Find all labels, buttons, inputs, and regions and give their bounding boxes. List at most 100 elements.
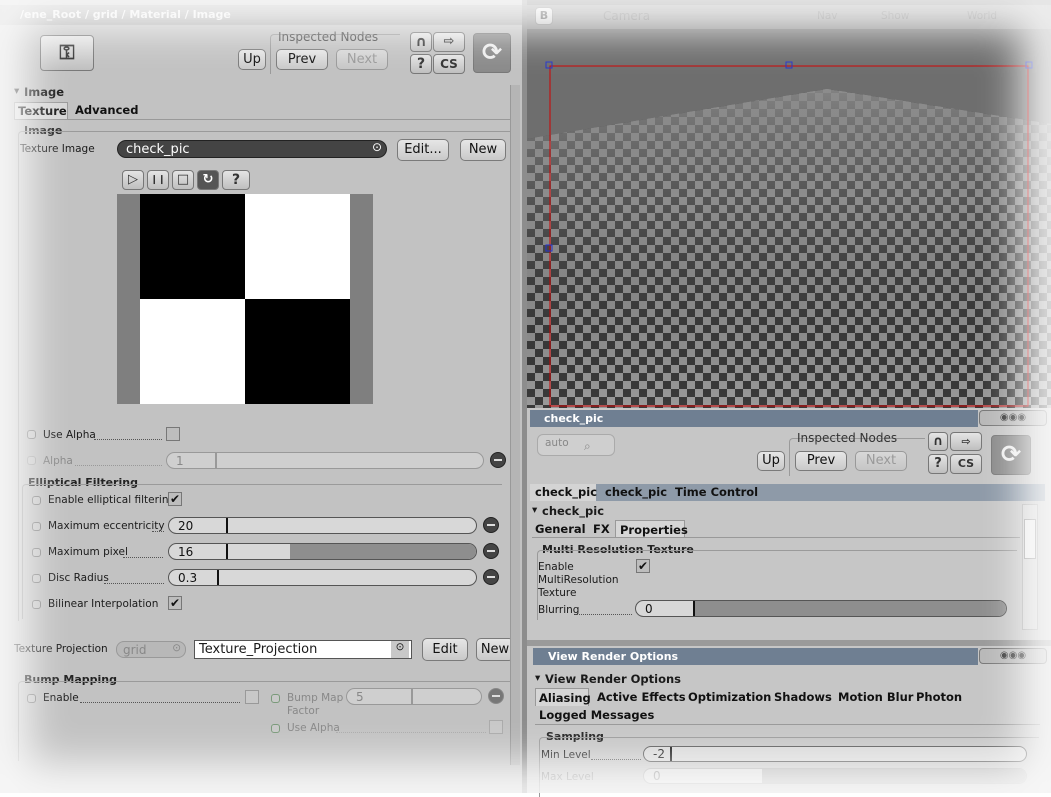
texture-projection-dropdown[interactable]: Texture_Projection ⊙ (194, 640, 412, 659)
nav-menu[interactable]: Nav (817, 10, 838, 22)
min-level-slider[interactable]: -2 (643, 746, 1027, 762)
bump-use-alpha-checkbox[interactable] (489, 720, 503, 734)
pause-icon[interactable]: ❙❙ (147, 170, 169, 190)
projection-new-button[interactable]: New (476, 638, 514, 661)
max-eccentricity-slider[interactable]: 20 (168, 517, 477, 534)
bump-enable-anim-marker[interactable] (27, 694, 36, 703)
property-scrollbar[interactable] (1022, 504, 1038, 630)
preview-help-icon[interactable]: ? (222, 170, 250, 190)
up-button[interactable]: Up (238, 49, 266, 70)
prev-button[interactable]: Prev (276, 49, 328, 70)
max-pixel-connect-icon[interactable] (483, 543, 499, 559)
inspected-nodes-label: Inspected Nodes (278, 30, 379, 44)
edit-button[interactable]: Edit... (397, 139, 449, 161)
maximum-pixel-label: Maximum pixel (48, 546, 128, 558)
property-next-button[interactable]: Next (855, 451, 907, 471)
refresh-logo-icon[interactable]: ⟳ (473, 33, 511, 73)
tab-active-effects[interactable]: Active Effects (597, 690, 686, 704)
projection-edit-button[interactable]: Edit (422, 638, 468, 661)
projection-combo[interactable]: grid ⊙ (116, 641, 186, 658)
auto-toggle[interactable]: auto ⌕ (537, 434, 615, 456)
tab-texture[interactable]: Texture (14, 102, 68, 120)
tab-check-pic-2[interactable]: check_pic (605, 485, 667, 499)
property-export-icon[interactable]: ⇨ (950, 432, 982, 451)
max-pixel-anim-marker[interactable] (32, 548, 41, 557)
enable-multires-label1: Enable (538, 561, 574, 573)
tab-logged-messages[interactable]: Logged Messages (539, 708, 654, 722)
cs-icon[interactable]: CS (433, 54, 465, 74)
render-node-header[interactable]: ▾ View Render Options (535, 672, 735, 686)
enable-elliptical-checkbox[interactable]: ✔ (168, 492, 182, 506)
blurring-slider[interactable]: 0 (635, 600, 1007, 617)
enable-multires-checkbox[interactable]: ✔ (636, 559, 650, 573)
render-panel-icons[interactable]: ◉◉◉ (979, 648, 1047, 664)
bump-factor-slider[interactable]: 5 (346, 688, 482, 705)
alpha-slider[interactable]: 1 (166, 452, 484, 469)
tab-shadows[interactable]: Shadows (774, 690, 832, 704)
show-menu[interactable]: Show (881, 10, 909, 22)
tab-general[interactable]: General (535, 522, 586, 536)
property-help-icon[interactable]: ? (928, 454, 948, 474)
key-icon[interactable]: ⚿ (40, 35, 94, 71)
min-level-label: Min Level (541, 749, 591, 761)
leader-dots (336, 732, 486, 733)
tab-aliasing[interactable]: Aliasing (535, 688, 591, 706)
bump-connect-icon[interactable] (488, 688, 504, 704)
texture-projection-label: Texture Projection (14, 643, 108, 655)
undo-icon[interactable]: ∩ (410, 32, 432, 52)
tab-properties[interactable]: Properties (615, 520, 688, 538)
image-section-header[interactable]: ▾ Image (14, 85, 514, 99)
property-undo-icon[interactable]: ∩ (928, 432, 948, 451)
help-icon[interactable]: ? (410, 54, 432, 74)
disc-radius-anim-marker[interactable] (32, 574, 41, 583)
camera-menu[interactable]: Camera (603, 9, 650, 23)
tab-check-pic-1[interactable]: check_pic (530, 484, 597, 501)
stop-icon[interactable]: □ (172, 170, 194, 190)
use-alpha-checkbox[interactable] (166, 427, 180, 441)
tab-time-control[interactable]: Time Control (675, 485, 758, 499)
tab-motion-blur[interactable]: Motion Blur (838, 690, 913, 704)
alpha-connect-icon[interactable] (490, 452, 506, 468)
texture-image-dropdown[interactable]: check_pic ⊙ (117, 140, 387, 158)
maximum-pixel-slider[interactable]: 16 (168, 543, 477, 560)
left-panel-scrollbar[interactable] (510, 85, 520, 765)
disc-radius-connect-icon[interactable] (483, 569, 499, 585)
bump-factor-anim-marker[interactable] (271, 694, 280, 703)
max-level-slider[interactable]: 0 (643, 768, 1027, 784)
property-prev-button[interactable]: Prev (795, 451, 847, 471)
loop-icon[interactable]: ↻ (197, 170, 219, 190)
slider-tick (215, 453, 217, 468)
new-button[interactable]: New (460, 139, 506, 161)
property-node-header[interactable]: ▾ check_pic (532, 504, 732, 518)
bump-alpha-anim-marker[interactable] (271, 724, 280, 733)
play-icon[interactable]: ▷ (122, 170, 144, 190)
property-up-button[interactable]: Up (757, 451, 785, 471)
max-ecc-anim-marker[interactable] (32, 522, 41, 531)
leader-dots (75, 465, 162, 466)
property-logo-icon[interactable]: ⟳ (991, 435, 1031, 475)
bump-enable-checkbox[interactable] (245, 690, 259, 704)
tab-fx[interactable]: FX (593, 522, 610, 536)
camera-viewport[interactable]: B Camera Nav Show World (527, 0, 1051, 408)
bilinear-interpolation-checkbox[interactable]: ✔ (168, 596, 182, 610)
leader-dots (80, 702, 240, 703)
max-level-label: Max Level (541, 771, 594, 783)
panel-close-icons[interactable]: ◉◉◉ (979, 410, 1047, 426)
tab-advanced[interactable]: Advanced (75, 103, 138, 117)
editor-title: /ene_Root / grid / Material / Image (20, 8, 231, 21)
use-alpha-anim-marker[interactable] (27, 430, 36, 439)
texture-property-editor: /ene_Root / grid / Material / Image ⚿ In… (0, 0, 522, 793)
alpha-anim-marker[interactable] (27, 456, 36, 465)
export-icon[interactable]: ⇨ (433, 32, 465, 52)
disc-radius-slider[interactable]: 0.3 (168, 569, 477, 586)
property-cs-icon[interactable]: CS (950, 454, 982, 474)
tab-optimization[interactable]: Optimization (688, 690, 771, 704)
max-ecc-connect-icon[interactable] (483, 517, 499, 533)
viewport-b-button[interactable]: B (535, 7, 553, 25)
render-options-panel: View Render Options ◉◉◉ ▾ View Render Op… (527, 640, 1051, 797)
bilinear-anim-marker[interactable] (32, 600, 41, 609)
world-menu[interactable]: World (967, 10, 997, 22)
tab-photon[interactable]: Photon (916, 690, 962, 704)
enable-ellip-anim-marker[interactable] (32, 496, 41, 505)
next-button[interactable]: Next (336, 49, 388, 70)
